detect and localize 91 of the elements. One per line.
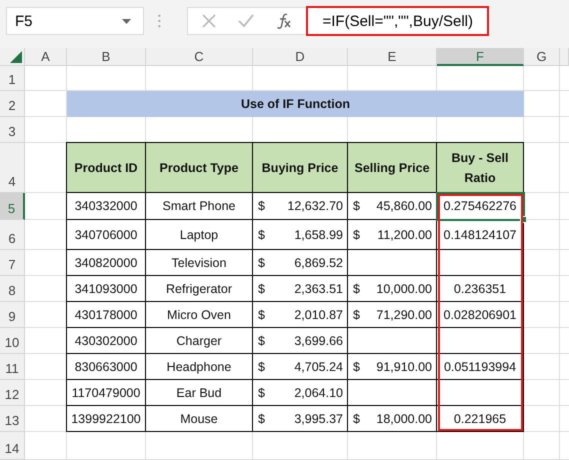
table-cell: 1170479000 xyxy=(67,380,146,406)
table-cell: Laptop xyxy=(146,220,253,250)
currency-symbol: $ xyxy=(258,228,265,242)
table-cell: 2,064.10 xyxy=(294,386,343,400)
row-header[interactable]: 12 xyxy=(0,380,25,406)
column-heading: Selling Price xyxy=(348,143,437,193)
currency-symbol: $ xyxy=(258,199,265,213)
table-cell: 340332000 xyxy=(67,193,146,220)
table-cell: 340706000 xyxy=(67,220,146,250)
select-all-icon[interactable] xyxy=(10,51,22,63)
row-header[interactable]: 8 xyxy=(0,276,25,302)
row-header[interactable]: 14 xyxy=(0,432,25,460)
table-cell: 71,290.00 xyxy=(376,308,432,322)
currency-symbol: $ xyxy=(258,360,265,374)
table-cell: Ear Bud xyxy=(146,380,253,406)
table-cell[interactable]: 0.148124107 xyxy=(437,220,524,250)
table-cell[interactable]: 0.236351 xyxy=(437,276,524,302)
currency-symbol: $ xyxy=(258,334,265,348)
name-box[interactable]: F5 xyxy=(6,7,144,35)
column-header[interactable]: A xyxy=(25,48,67,66)
table-cell: 430178000 xyxy=(67,302,146,328)
table-cell: 4,705.24 xyxy=(294,360,343,374)
currency-symbol: $ xyxy=(353,199,360,213)
row-header[interactable]: 9 xyxy=(0,302,25,328)
dropdown-caret-icon[interactable] xyxy=(122,18,132,24)
currency-symbol: $ xyxy=(353,282,360,296)
table-cell: Refrigerator xyxy=(146,276,253,302)
table-cell: 12,632.70 xyxy=(287,199,343,213)
column-header[interactable]: B xyxy=(67,48,146,66)
table-cell: Charger xyxy=(146,328,253,354)
currency-symbol: $ xyxy=(258,282,265,296)
table-cell: 91,910.00 xyxy=(376,360,432,374)
row-header[interactable]: 6 xyxy=(0,220,25,250)
table-cell: 45,860.00 xyxy=(376,199,432,213)
table-cell: 430302000 xyxy=(67,328,146,354)
table-cell: Television xyxy=(146,250,253,276)
column-header[interactable]: F xyxy=(437,48,524,66)
column-heading: Product ID xyxy=(67,143,146,193)
currency-symbol: $ xyxy=(258,386,265,400)
table-cell: 830663000 xyxy=(67,354,146,380)
table-cell: 3,995.37 xyxy=(294,412,343,426)
table-cell: Smart Phone xyxy=(146,193,253,220)
empty-cell[interactable] xyxy=(437,328,524,354)
currency-symbol: $ xyxy=(353,228,360,242)
row-header[interactable]: 3 xyxy=(0,117,25,143)
column-header[interactable]: C xyxy=(146,48,253,66)
column-heading: Buying Price xyxy=(253,143,348,193)
column-heading: Product Type xyxy=(146,143,253,193)
row-header[interactable]: 2 xyxy=(0,91,25,117)
currency-symbol: $ xyxy=(258,308,265,322)
sheet-title: Use of IF Function xyxy=(67,91,524,117)
table-cell: 3,699.66 xyxy=(294,334,343,348)
column-header[interactable]: D xyxy=(253,48,348,66)
currency-symbol: $ xyxy=(258,256,265,270)
row-header[interactable]: 1 xyxy=(0,66,25,91)
row-header[interactable]: 11 xyxy=(0,354,25,380)
table-cell: 11,200.00 xyxy=(377,228,432,242)
table-cell: 2,363.51 xyxy=(294,282,343,296)
table-cell: 1,658.99 xyxy=(294,228,343,242)
currency-symbol: $ xyxy=(353,412,360,426)
table-cell: Mouse xyxy=(146,406,253,432)
table-cell: 6,869.52 xyxy=(294,256,343,270)
formula-field[interactable]: =IF(Sell="","",Buy/Sell) xyxy=(306,6,489,36)
table-cell[interactable]: 0.221965 xyxy=(437,406,524,432)
table-cell: 340820000 xyxy=(67,250,146,276)
function-icon[interactable] xyxy=(276,13,292,29)
row-header[interactable]: 13 xyxy=(0,406,25,432)
table-cell: Headphone xyxy=(146,354,253,380)
check-icon[interactable] xyxy=(238,14,254,28)
currency-symbol: $ xyxy=(353,360,360,374)
row-header[interactable]: 5 xyxy=(0,193,25,220)
column-header[interactable]: G xyxy=(524,48,560,66)
column-heading: Buy - Sell Ratio xyxy=(437,143,524,193)
currency-symbol: $ xyxy=(353,308,360,322)
row-header[interactable]: 4 xyxy=(0,143,25,193)
row-header[interactable]: 7 xyxy=(0,250,25,276)
table-cell[interactable]: 0.028206901 xyxy=(437,302,524,328)
row-header[interactable]: 10 xyxy=(0,328,25,354)
table-cell: 18,000.00 xyxy=(376,412,432,426)
table-cell[interactable]: 0.275462276 xyxy=(437,193,524,220)
table-cell[interactable]: 0.051193994 xyxy=(437,354,524,380)
empty-cell[interactable] xyxy=(437,380,524,406)
table-cell: 1399922100 xyxy=(67,406,146,432)
table-cell: 2,010.87 xyxy=(294,308,343,322)
table-cell: 341093000 xyxy=(67,276,146,302)
empty-cell[interactable] xyxy=(437,250,524,276)
table-cell: 10,000.00 xyxy=(376,282,432,296)
table-cell: Micro Oven xyxy=(146,302,253,328)
currency-symbol: $ xyxy=(258,412,265,426)
grip-icon[interactable] xyxy=(158,13,161,29)
column-header[interactable]: E xyxy=(348,48,437,66)
